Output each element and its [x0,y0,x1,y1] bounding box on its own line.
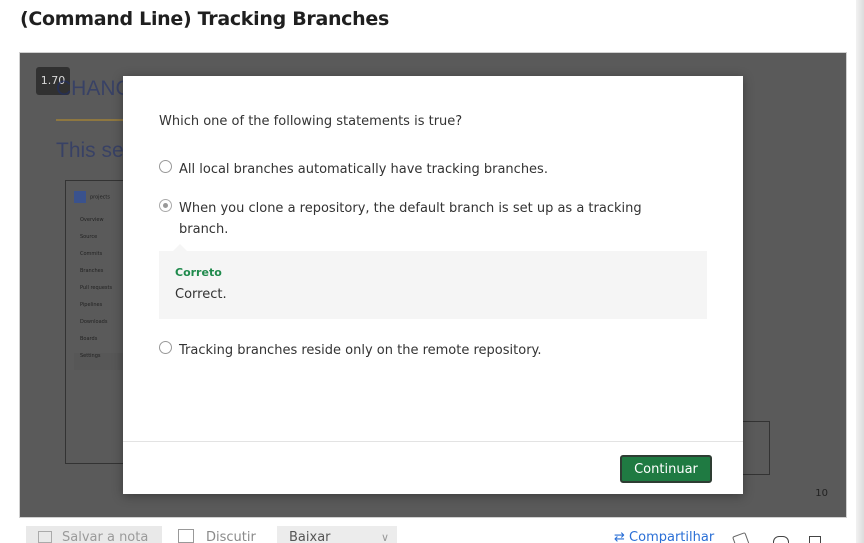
download-label: Baixar [289,530,331,543]
action-toolbar: Salvar a nota Discutir Baixar ∨ ⇄ Compart… [0,524,864,543]
bookmark-icon[interactable] [809,536,821,543]
radio-button[interactable] [159,160,172,173]
note-icon [38,531,52,543]
radio-button-selected[interactable] [159,199,172,212]
share-button[interactable]: ⇄ Compartilhar [614,526,714,543]
share-icon: ⇄ [614,530,625,543]
slide-nav-item-selected: Settings [74,353,130,370]
quiz-modal: Which one of the following statements is… [123,76,743,494]
continue-button[interactable]: Continuar [620,455,712,483]
slide-subheading: This se [56,139,124,162]
page-title: (Command Line) Tracking Branches [20,8,389,30]
slide-heading: CHANG [56,77,132,100]
save-note-label: Salvar a nota [62,530,149,543]
scrollbar-edge[interactable] [856,0,864,543]
like-icon[interactable] [732,532,750,543]
quiz-option-2[interactable]: When you clone a repository, the default… [159,197,659,241]
quiz-question: Which one of the following statements is… [159,114,463,129]
share-label: Compartilhar [629,530,715,543]
comment-icon[interactable] [773,536,789,543]
chevron-down-icon: ∨ [380,531,389,543]
quiz-option-1[interactable]: All local branches automatically have tr… [159,158,659,182]
radio-button[interactable] [159,341,172,354]
discuss-icon [178,529,194,543]
feedback-title: Correto [175,266,222,279]
feedback-text: Correct. [175,287,227,302]
modal-divider [123,441,743,442]
option-label[interactable]: When you clone a repository, the default… [179,198,649,240]
slide-number: 10 [815,488,828,499]
page: (Command Line) Tracking Branches 1.70 CH… [0,0,864,543]
slide-project-name: projects [90,194,110,201]
option-label[interactable]: Tracking branches reside only on the rem… [179,340,542,361]
save-note-button[interactable]: Salvar a nota [26,526,162,543]
answer-feedback: Correto Correct. [159,244,707,319]
quiz-option-3[interactable]: Tracking branches reside only on the rem… [159,339,659,363]
discuss-button[interactable]: Discutir [178,526,256,543]
download-select[interactable]: Baixar ∨ [277,526,397,543]
project-logo-icon [74,191,86,203]
discuss-label: Discutir [206,530,256,543]
slide-project-header: projects [74,191,110,203]
option-label[interactable]: All local branches automatically have tr… [179,159,548,180]
